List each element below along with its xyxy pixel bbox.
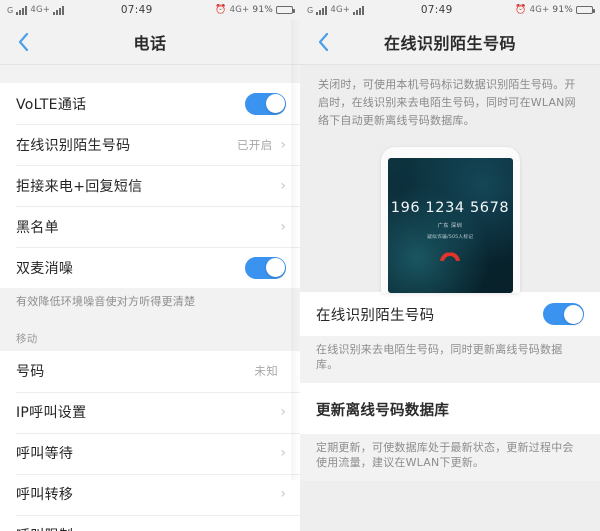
- row-ip-call-settings[interactable]: IP呼叫设置 ›: [0, 391, 300, 433]
- row-label: 呼叫等待: [16, 446, 74, 463]
- row-label: 双麦消噪: [16, 260, 74, 277]
- right-phone-screen: G 4G+ 07:49 ⏰ 4G+ 91% 在线识别陌生号码 关闭时，可使用本机…: [300, 0, 600, 531]
- noise-reduction-note: 有效降低环境噪音使对方听得更清楚: [0, 288, 300, 320]
- status-bar-right-group: ⏰ 4G+ 91%: [215, 4, 295, 15]
- incoming-call-preview: 196 1234 5678 广东 深圳 疑似诈骗/505人标记: [387, 158, 513, 294]
- battery-icon: [576, 6, 595, 14]
- status-bar-left-group: G 4G+: [307, 4, 365, 15]
- network-type-label: 4G+: [30, 4, 51, 15]
- signal-bars-icon-2: [353, 5, 365, 15]
- row-call-forwarding[interactable]: 呼叫转移 ›: [0, 473, 300, 515]
- top-gap: [0, 65, 300, 83]
- back-button[interactable]: [300, 20, 346, 64]
- update-db-note: 定期更新，可使数据库处于最新状态，更新过程中会使用流量，建议在WLAN下更新。: [300, 434, 600, 481]
- online-identify-toggle[interactable]: [543, 303, 584, 326]
- back-chevron-icon: [18, 32, 28, 52]
- left-phone-screen: G 4G+ 07:49 ⏰ 4G+ 91% 电话 VoLTE通话 在线识别陌生号…: [0, 0, 300, 531]
- volte-toggle[interactable]: [245, 92, 286, 115]
- signal-bars-icon: [16, 5, 28, 15]
- row-online-identify[interactable]: 在线识别陌生号码 已开启 ›: [0, 124, 300, 165]
- row-blacklist[interactable]: 黑名单 ›: [0, 206, 300, 247]
- row-dual-mic-noise-reduction[interactable]: 双麦消噪: [0, 247, 300, 288]
- row-volte-call[interactable]: VoLTE通话: [0, 83, 300, 124]
- call-number: 196 1234 5678: [390, 200, 510, 217]
- battery-icon: [276, 6, 295, 14]
- noise-reduction-toggle[interactable]: [245, 256, 286, 279]
- back-button[interactable]: [0, 20, 46, 64]
- signal-bars-icon: [316, 5, 328, 15]
- hangup-phone-icon: [440, 252, 460, 263]
- online-identify-note: 在线识别来去电陌生号码，同时更新离线号码数据库。: [300, 336, 600, 384]
- row-call-barring[interactable]: 呼叫限制 ›: [0, 514, 300, 531]
- illustration-area: 196 1234 5678 广东 深圳 疑似诈骗/505人标记: [300, 142, 600, 294]
- network-type-label-right: 4G+: [529, 4, 550, 15]
- nav-bar-left: 电话: [0, 20, 300, 65]
- chevron-right-icon: ›: [280, 445, 286, 462]
- section-title-update-db: 更新离线号码数据库: [300, 383, 600, 435]
- row-number[interactable]: 号码 未知: [0, 350, 300, 392]
- phone-mockup: 196 1234 5678 广东 深圳 疑似诈骗/505人标记: [380, 147, 520, 294]
- row-online-identify-toggle[interactable]: 在线识别陌生号码: [300, 292, 600, 337]
- signal-bars-icon-2: [53, 5, 65, 15]
- row-label: 拒接来电+回复短信: [16, 178, 143, 195]
- row-value: 已开启: [236, 137, 273, 152]
- row-reject-call-sms[interactable]: 拒接来电+回复短信 ›: [0, 165, 300, 206]
- battery-percent-label: 91%: [552, 5, 573, 15]
- status-bar-right: G 4G+ 07:49 ⏰ 4G+ 91%: [300, 0, 600, 20]
- battery-percent-label: 91%: [252, 5, 273, 15]
- settings-list-group-1: VoLTE通话 在线识别陌生号码 已开启 › 拒接来电+回复短信 › 黑名单 ›…: [0, 83, 300, 288]
- row-label: 呼叫限制: [16, 525, 280, 531]
- feature-description: 关闭时，可使用本机号码标记数据识别陌生号码。开启时，在线识别来去电陌生号码，同时…: [300, 65, 600, 143]
- group-header-mobile: 移动: [0, 319, 300, 351]
- chevron-right-icon: ›: [280, 136, 286, 153]
- row-label: VoLTE通话: [16, 96, 87, 113]
- back-chevron-icon: [318, 32, 328, 52]
- row-label: 在线识别陌生号码: [16, 137, 131, 154]
- row-label: 呼叫转移: [16, 487, 74, 504]
- network-type-label: 4G+: [330, 4, 351, 15]
- status-bar-right-group: ⏰ 4G+ 91%: [515, 4, 595, 15]
- alarm-icon: ⏰: [515, 4, 527, 15]
- status-bar-clock: 07:49: [420, 4, 453, 16]
- carrier-g-label: G: [307, 5, 314, 15]
- row-value: 未知: [254, 364, 278, 379]
- chevron-right-icon: ›: [280, 404, 286, 421]
- dual-screenshot-container: G 4G+ 07:49 ⏰ 4G+ 91% 电话 VoLTE通话 在线识别陌生号…: [0, 0, 600, 531]
- chevron-right-icon: ›: [280, 218, 286, 235]
- status-bar-left: G 4G+ 07:49 ⏰ 4G+ 91%: [0, 0, 300, 20]
- row-label: 在线识别陌生号码: [316, 307, 435, 324]
- network-type-label-right: 4G+: [229, 4, 250, 15]
- chevron-right-icon: ›: [280, 177, 286, 194]
- row-label: 号码: [16, 364, 45, 381]
- chevron-right-icon: ›: [280, 486, 286, 503]
- call-location: 广东 深圳: [437, 223, 463, 230]
- row-call-waiting[interactable]: 呼叫等待 ›: [0, 432, 300, 474]
- nav-bar-right: 在线识别陌生号码: [300, 20, 600, 65]
- call-spam-tag: 疑似诈骗/505人标记: [426, 234, 474, 241]
- status-bar-clock: 07:49: [120, 4, 153, 16]
- alarm-icon: ⏰: [215, 4, 227, 15]
- carrier-g-label: G: [7, 5, 14, 15]
- row-label: 黑名单: [16, 219, 59, 236]
- row-label: IP呼叫设置: [16, 405, 87, 422]
- status-bar-left-group: G 4G+: [7, 4, 65, 15]
- settings-list-group-2: 号码 未知 IP呼叫设置 › 呼叫等待 › 呼叫转移 › 呼叫限制 ›: [0, 350, 300, 531]
